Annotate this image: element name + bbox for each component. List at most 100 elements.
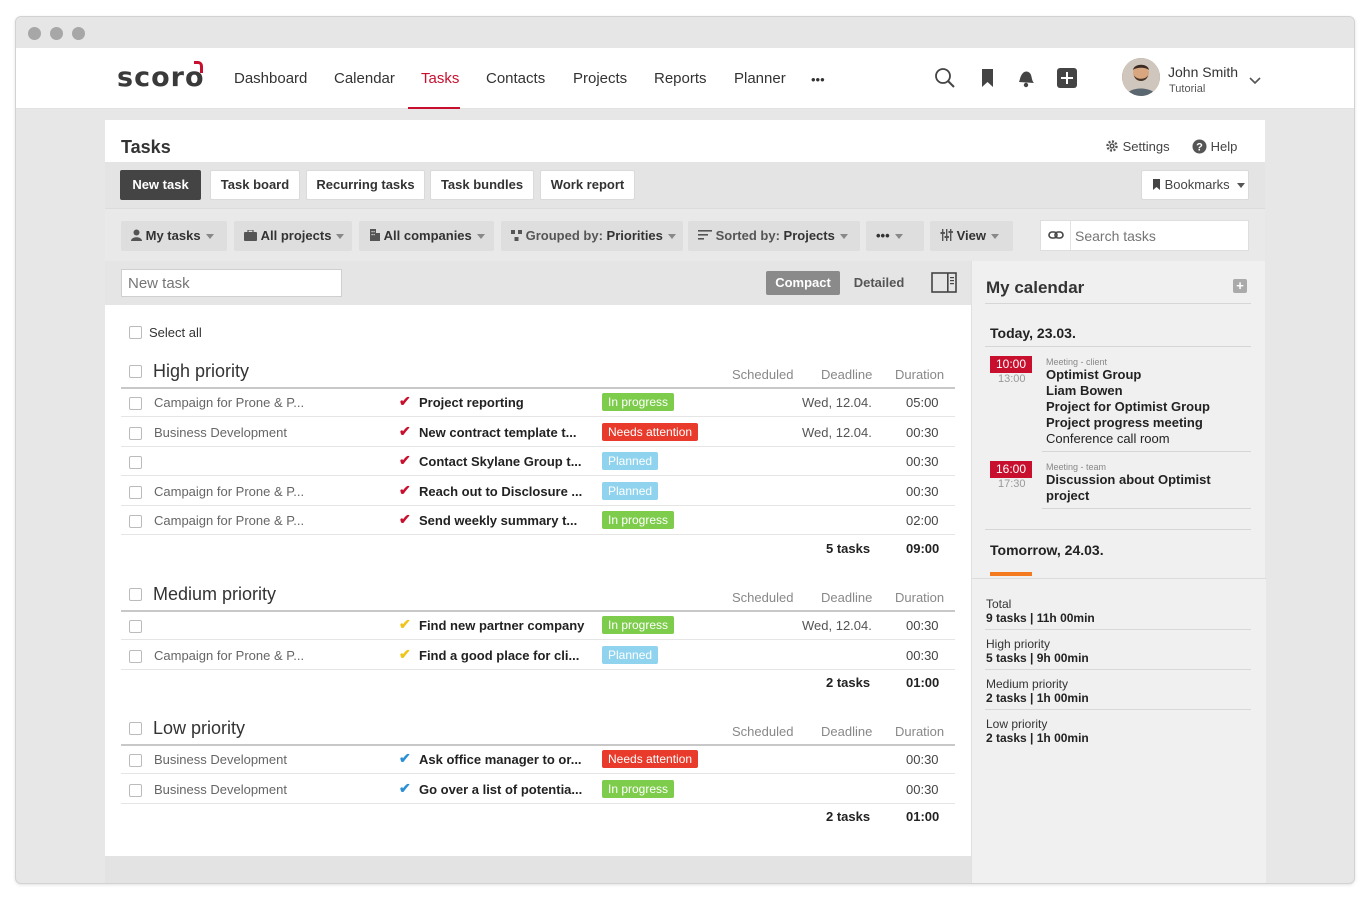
add-plus-icon[interactable] (1056, 67, 1078, 89)
window-maximize-dot[interactable] (72, 27, 85, 40)
task-checkbox[interactable] (129, 397, 142, 410)
add-event-icon[interactable]: + (1233, 279, 1247, 293)
task-name[interactable]: Contact Skylane Group t... (419, 454, 582, 469)
sorted-prefix: Sorted by: (716, 228, 780, 243)
divider (985, 303, 1251, 304)
new-task-button[interactable]: New task (120, 170, 201, 200)
task-project[interactable]: Campaign for Prone & P... (154, 395, 304, 410)
side-panel-toggle-icon[interactable] (931, 271, 957, 295)
filter-all-companies[interactable]: All companies (359, 221, 494, 251)
nav-projects[interactable]: Projects (573, 70, 627, 87)
filter-more[interactable]: ••• (866, 221, 924, 251)
select-all-checkbox[interactable] (129, 326, 142, 339)
help-link[interactable]: ? Help (1192, 139, 1237, 154)
compact-view-button[interactable]: Compact (766, 271, 840, 295)
group-checkbox[interactable] (129, 588, 142, 601)
task-checkbox[interactable] (129, 784, 142, 797)
tab-recurring-tasks[interactable]: Recurring tasks (306, 170, 425, 200)
status-badge[interactable]: Planned (602, 646, 658, 664)
status-badge[interactable]: Planned (602, 452, 658, 470)
group-icon (511, 230, 522, 241)
status-badge[interactable]: Needs attention (602, 750, 698, 768)
window-minimize-dot[interactable] (50, 27, 63, 40)
group-total-duration: 09:00 (906, 541, 939, 556)
column-deadline[interactable]: Deadline (821, 590, 872, 605)
settings-link[interactable]: Settings (1105, 139, 1170, 154)
chevron-down-icon[interactable] (1249, 72, 1261, 90)
row-divider (121, 534, 955, 535)
tab-task-bundles[interactable]: Task bundles (430, 170, 534, 200)
task-checkbox[interactable] (129, 620, 142, 633)
filter-bar: My tasks All projects All companies Grou… (105, 208, 1265, 261)
tab-task-board[interactable]: Task board (210, 170, 300, 200)
status-badge[interactable]: In progress (602, 511, 674, 529)
task-checkbox[interactable] (129, 486, 142, 499)
search-input[interactable] (1075, 226, 1245, 246)
group-checkbox[interactable] (129, 365, 142, 378)
task-name[interactable]: Send weekly summary t... (419, 513, 577, 528)
new-task-input[interactable] (121, 269, 342, 297)
nav-tasks[interactable]: Tasks (421, 70, 459, 87)
filter-view[interactable]: View (930, 221, 1013, 251)
task-name[interactable]: Project reporting (419, 395, 524, 410)
nav-dashboard[interactable]: Dashboard (234, 70, 307, 87)
column-duration[interactable]: Duration (895, 724, 944, 739)
column-duration[interactable]: Duration (895, 367, 944, 382)
status-badge[interactable]: In progress (602, 393, 674, 411)
task-checkbox[interactable] (129, 456, 142, 469)
nav-reports[interactable]: Reports (654, 70, 707, 87)
tab-work-report[interactable]: Work report (540, 170, 635, 200)
column-deadline[interactable]: Deadline (821, 724, 872, 739)
task-checkbox[interactable] (129, 650, 142, 663)
priority-check-icon: ✔ (399, 393, 411, 410)
task-checkbox[interactable] (129, 515, 142, 528)
task-checkbox[interactable] (129, 427, 142, 440)
detailed-view-button[interactable]: Detailed (849, 271, 909, 295)
task-checkbox[interactable] (129, 754, 142, 767)
task-project[interactable]: Business Development (154, 752, 287, 767)
status-badge[interactable]: In progress (602, 616, 674, 634)
filter-all-projects[interactable]: All projects (234, 221, 352, 251)
task-project[interactable]: Business Development (154, 425, 287, 440)
nav-more[interactable]: ••• (811, 72, 825, 87)
link-icon[interactable] (1041, 221, 1071, 250)
nav-calendar[interactable]: Calendar (334, 70, 395, 87)
notification-bell-icon[interactable] (1015, 67, 1037, 89)
task-project[interactable]: Business Development (154, 782, 287, 797)
search-icon[interactable] (934, 67, 956, 89)
group-checkbox[interactable] (129, 722, 142, 735)
row-divider (121, 505, 955, 506)
priority-check-icon: ✔ (399, 452, 411, 469)
scoro-logo[interactable]: scoro (117, 62, 205, 93)
status-badge[interactable]: In progress (602, 780, 674, 798)
column-deadline[interactable]: Deadline (821, 367, 872, 382)
filter-my-tasks[interactable]: My tasks (121, 221, 227, 251)
task-name[interactable]: Go over a list of potentia... (419, 782, 582, 797)
task-name[interactable]: Find a good place for cli... (419, 648, 579, 663)
nav-planner[interactable]: Planner (734, 70, 786, 87)
user-name[interactable]: John Smith (1168, 64, 1238, 80)
bookmark-icon[interactable] (977, 67, 999, 89)
bookmarks-dropdown[interactable]: Bookmarks (1141, 170, 1249, 200)
task-name[interactable]: Find new partner company (419, 618, 584, 633)
column-duration[interactable]: Duration (895, 590, 944, 605)
task-project[interactable]: Campaign for Prone & P... (154, 484, 304, 499)
filter-sorted-by[interactable]: Sorted by: Projects (688, 221, 860, 251)
nav-contacts[interactable]: Contacts (486, 70, 545, 87)
column-scheduled[interactable]: Scheduled (732, 367, 793, 382)
task-project[interactable]: Campaign for Prone & P... (154, 648, 304, 663)
caret-down-icon (991, 234, 999, 239)
status-badge[interactable]: Needs attention (602, 423, 698, 441)
task-name[interactable]: New contract template t... (419, 425, 576, 440)
window-close-dot[interactable] (28, 27, 41, 40)
status-badge[interactable]: Planned (602, 482, 658, 500)
task-project[interactable]: Campaign for Prone & P... (154, 513, 304, 528)
column-scheduled[interactable]: Scheduled (732, 590, 793, 605)
user-avatar[interactable] (1122, 58, 1160, 96)
row-divider (121, 669, 955, 670)
task-name[interactable]: Reach out to Disclosure ... (419, 484, 582, 499)
task-name[interactable]: Ask office manager to or... (419, 752, 582, 767)
filter-grouped-by[interactable]: Grouped by: Priorities (501, 221, 683, 251)
filter-all-projects-label: All projects (261, 228, 332, 243)
column-scheduled[interactable]: Scheduled (732, 724, 793, 739)
